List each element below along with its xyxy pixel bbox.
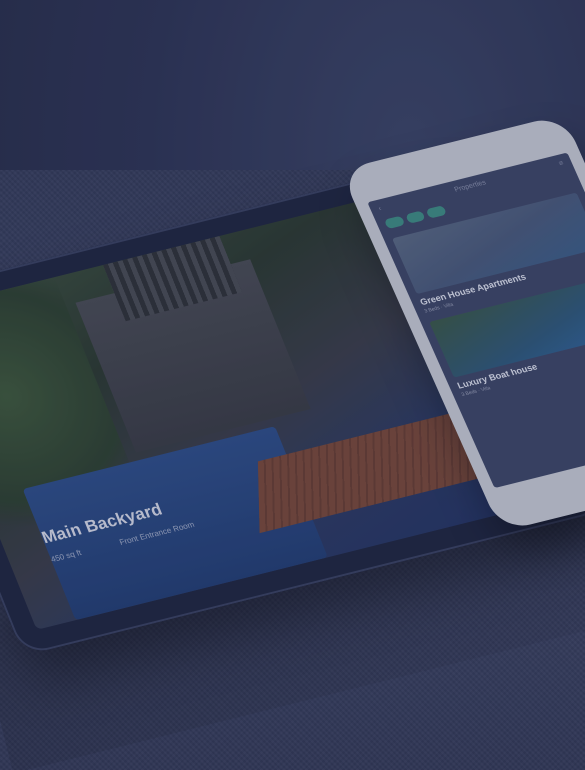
filter-chip — [425, 205, 447, 219]
back-icon: ‹ — [377, 205, 383, 213]
filter-chip — [383, 215, 405, 230]
phone-header-title: Properties — [453, 179, 488, 194]
filter-chip — [404, 210, 426, 224]
photo-scene: Main Backyard 450 sq ft Front Entrance R… — [0, 0, 585, 770]
phone-nav: ◂ — [487, 422, 585, 489]
filter-icon: ≡ — [557, 160, 565, 168]
